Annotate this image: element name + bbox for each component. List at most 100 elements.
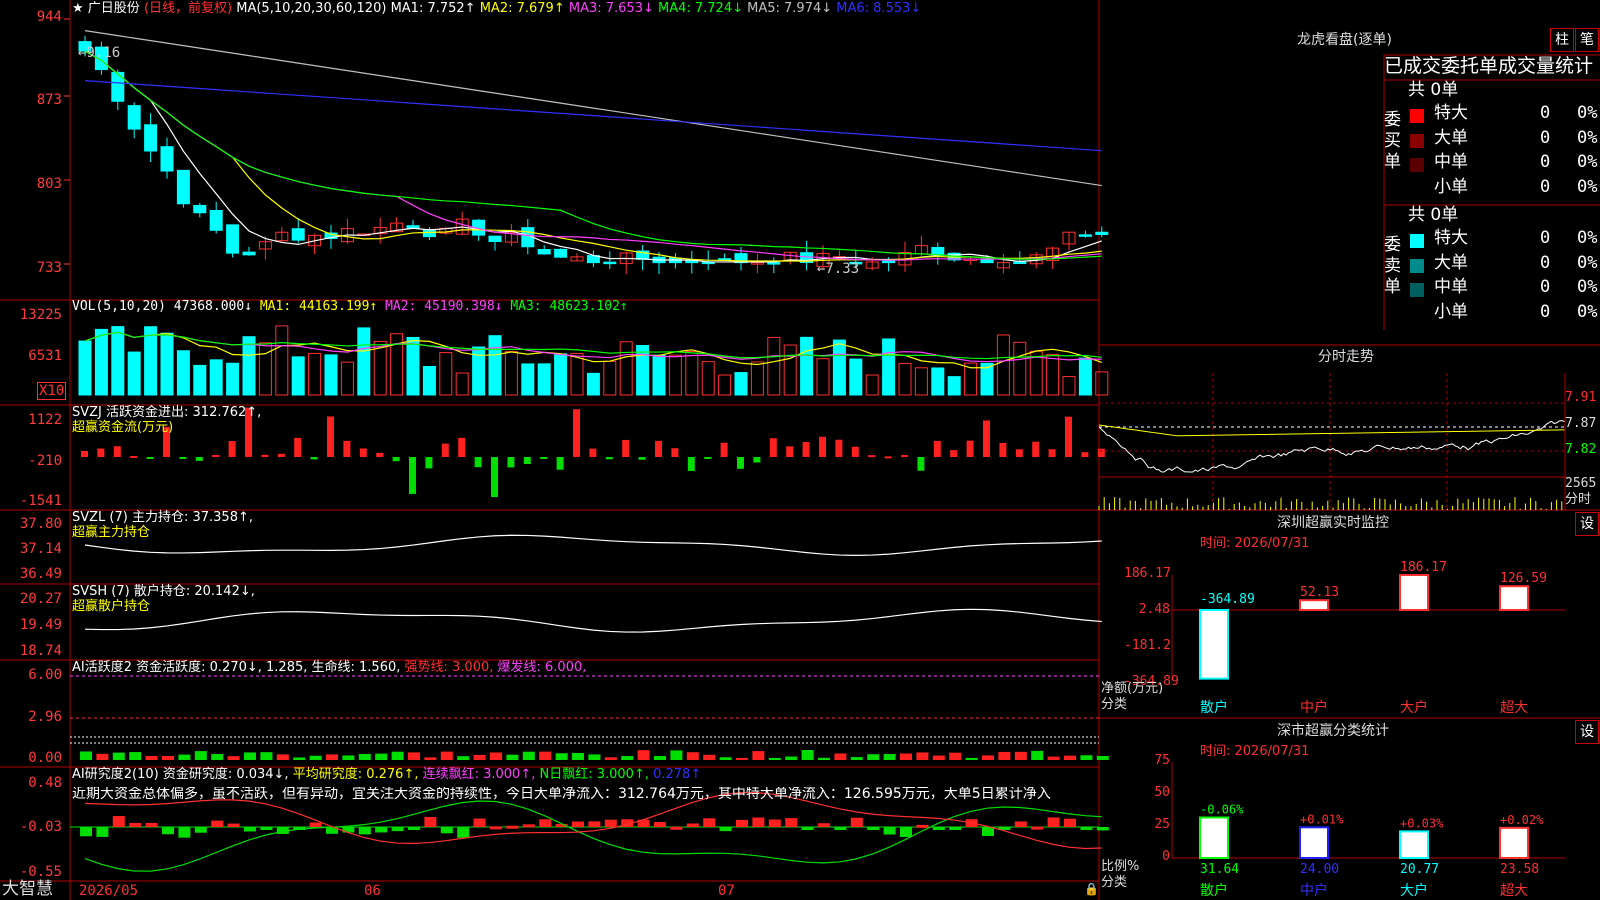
fund-flow-bar [261,454,269,457]
fund-flow-bar [277,453,285,457]
y-tick: 2.48 [1138,602,1170,617]
fund-flow-bar [359,448,367,457]
fund-flow-bar [130,456,138,459]
activity-bar [309,755,322,760]
activity-bar [867,754,880,760]
y-tick: 186.17 [1124,566,1171,581]
research-bar [818,823,830,827]
sz-monitor-settings-button[interactable]: 设 [1575,512,1599,536]
activity-bar [326,754,338,760]
research-bar [670,826,683,830]
classify-change-label: +0.01% [1300,812,1344,826]
candle [422,229,436,238]
research-bar [129,822,142,827]
ai-research-header: AI研究度2(10) 资金研究度: 0.034↓, 平均研究度: 0.276↑,… [72,768,701,781]
research-bar [654,822,666,827]
activity-bar [818,757,830,760]
lock-icon[interactable]: 🔒 [1084,883,1099,895]
order-row-pct: 0% [1577,301,1598,322]
volume-bar [718,374,732,396]
activity-bar [621,756,634,760]
pen-mode-button[interactable]: 笔 [1575,28,1599,52]
ai-active-y-tick: 2.96 [28,709,62,725]
volume-bar [324,354,338,396]
ai-research-y-tick: -0.55 [19,864,62,880]
research-bar [752,817,765,827]
ai-active-header: AI活跃度2 资金活跃度: 0.270↓, 1.285, 生命线: 1.560,… [72,661,586,674]
research-bar [391,827,404,832]
fund-flow-bar [310,457,318,460]
buy-total: 共 0单 [1408,80,1459,100]
monitor-bar [1499,585,1529,611]
research-bar [932,827,945,830]
research-bar [900,827,912,837]
classify-change-label: +0.02% [1500,813,1544,827]
intraday-y-tick: 7.87 [1565,416,1597,431]
activity-bar [391,751,404,760]
volume-bar [800,336,814,396]
candle [193,204,207,214]
fund-flow-bar [737,457,744,469]
volume-bar [685,350,699,396]
activity-bar [129,752,142,760]
fund-flow-bar [1097,448,1105,457]
ai-active-y-tick: 0.00 [28,750,62,766]
fund-flow-bar [720,442,728,457]
svzl-line1: SVZL (7) 主力持仓: 37.358↑, [72,510,253,525]
chart-mode[interactable]: (日线，前复权) [144,1,232,16]
vol-value-2: MA2: 45190.398↓ [377,299,503,314]
sz-classify-settings-button[interactable]: 设 [1575,720,1599,744]
volume-bar [619,341,633,396]
order-legend-swatch [1410,182,1424,197]
fund-flow-bar [704,457,712,459]
fund-flow-bar [441,443,449,457]
order-row-count: 0 [1540,301,1551,322]
candle [537,249,551,255]
research-bar [785,818,798,827]
research-bar [1047,817,1060,827]
fund-flow-bar [195,457,203,461]
main-y-tick: 733 [36,260,62,276]
classify-value-label: 20.77 [1400,862,1439,877]
research-bar [490,826,502,830]
svzl-y-tick: 37.80 [19,516,62,532]
order-row-count: 0 [1540,252,1551,273]
monitor-bar [1199,609,1229,680]
volume-bar [750,361,764,396]
order-legend-swatch [1410,307,1424,322]
order-row-pct: 0% [1577,152,1598,172]
app-logo[interactable]: 大智慧 [2,881,53,898]
favorite-star-icon[interactable]: ★ [72,1,84,16]
fund-flow-bar [294,437,302,457]
research-bar [162,827,174,835]
activity-bar [358,754,371,760]
intraday-y-tick: 7.91 [1565,390,1597,405]
svzl-y-tick: 37.14 [19,541,62,557]
volume-bar [209,359,223,396]
sz-classify-title: 深市超赢分类统计 [1277,723,1389,739]
activity-bar [408,752,420,760]
volume-bar [554,353,568,396]
activity-bar [998,751,1011,760]
volume-bar [865,374,879,396]
research-bar [260,827,273,830]
research-bar [80,827,92,837]
volume-bar [160,332,174,396]
vol-y-tick: 13225 [19,307,62,323]
activity-bar [686,752,699,760]
research-bar [506,825,519,829]
ai-active-value-3: 强势线: 3.000, [400,660,494,675]
stock-chart-canvas[interactable]: -364.89 散户 52.13 中户 186.17 大户 126.59 超大 -0.06% 31… [0,0,1600,900]
volume-bar [340,361,354,396]
research-bar [424,816,437,827]
sz-monitor-time: 时间: 2026/07/31 [1200,536,1310,551]
order-row-pct: 0% [1577,127,1598,148]
volume-bar [1062,376,1076,396]
ai-research-value-2: 连续飘红: 3.000↑, [418,767,536,782]
volume-bar [144,326,158,396]
volume-bar [176,350,190,396]
svsh-y-tick: 19.49 [19,617,62,633]
volume-bar [849,358,863,396]
activity-bar [342,755,355,760]
bar-mode-button[interactable]: 柱 [1550,28,1574,52]
